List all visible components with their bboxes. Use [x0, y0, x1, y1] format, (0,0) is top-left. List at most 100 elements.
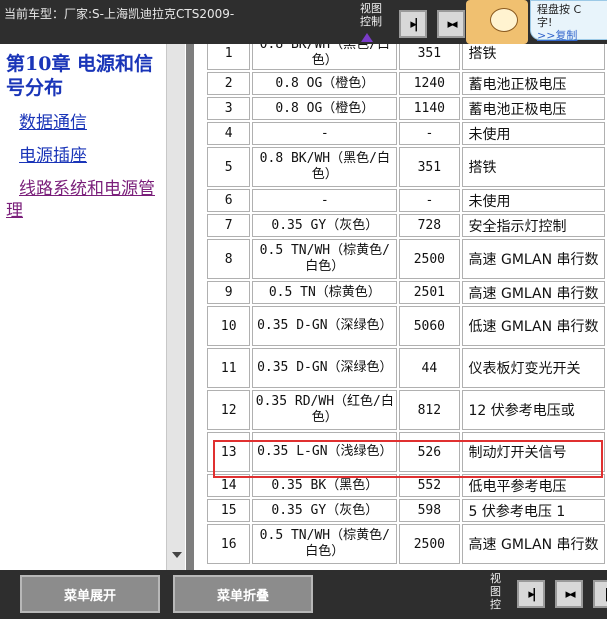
wire-cell: 0.5 TN/WH（棕黄色/白色）	[252, 239, 398, 279]
wire-cell: 0.8 BK/WH（黑色/白色）	[252, 147, 398, 187]
table-row: 8 0.5 TN/WH（棕黄色/白色） 2500 高速 GMLAN 串行数	[207, 239, 605, 279]
function-cell: 搭铁	[461, 147, 605, 187]
view-next-button[interactable]: ▸|	[399, 10, 427, 38]
pin-number-cell: 9	[207, 281, 251, 304]
table-row: 11 0.35 D-GN（深绿色） 44 仪表板灯变光开关	[207, 348, 605, 388]
circuit-number-cell: 1140	[399, 97, 460, 120]
function-cell: 5 伏参考电压 1	[461, 499, 605, 522]
function-cell: 仪表板灯变光开关	[461, 348, 605, 388]
circuit-number-cell: 1240	[399, 72, 460, 95]
pin-number-cell: 3	[207, 97, 251, 120]
function-cell: 高速 GMLAN 串行数	[461, 281, 605, 304]
circuit-number-cell: 728	[399, 214, 460, 237]
left-nav-panel: 第10章 电源和信号分布 数据通信 电源插座 线路系统和电源管理	[0, 44, 186, 570]
menu-collapse-button[interactable]: 菜单折叠	[173, 575, 313, 613]
pin-number-cell: 2	[207, 72, 251, 95]
pin-number-cell: 15	[207, 499, 251, 522]
pin-number-cell: 8	[207, 239, 251, 279]
pin-number-cell: 13	[207, 432, 251, 472]
tip-text: 字!	[537, 16, 553, 29]
arrow-right-bar-icon: ▸|	[410, 16, 418, 32]
wire-cell: 0.35 GY（灰色）	[252, 499, 398, 522]
function-cell: 蓄电池正极电压	[461, 97, 605, 120]
wire-cell: -	[252, 189, 398, 212]
tip-text: 程盘按 C	[537, 3, 582, 16]
pin-number-cell: 14	[207, 474, 251, 497]
view-control-label: 视 图 控	[490, 572, 504, 611]
pin-number-cell: 16	[207, 524, 251, 564]
view-split-button[interactable]: ▸◂	[555, 580, 583, 608]
function-cell: 低速 GMLAN 串行数	[461, 306, 605, 346]
wire-cell: 0.8 OG（橙色）	[252, 97, 398, 120]
table-row: 9 0.5 TN（棕黄色） 2501 高速 GMLAN 串行数	[207, 281, 605, 304]
wire-cell: 0.35 D-GN（深绿色）	[252, 306, 398, 346]
function-cell: 蓄电池正极电压	[461, 72, 605, 95]
wire-cell: 0.35 RD/WH（红色/白色）	[252, 390, 398, 430]
table-row: 14 0.35 BK（黑色） 552 低电平参考电压	[207, 474, 605, 497]
view-prev-button[interactable]: |◂	[593, 580, 607, 608]
wire-cell: 0.35 D-GN（深绿色）	[252, 348, 398, 388]
pin-table: 1 0.8 BK/WH（黑色/白色） 351 搭铁 2 0.8 OG（橙色） 1240 蓄电池…	[205, 44, 607, 566]
scroll-down-arrow-icon[interactable]	[172, 552, 182, 558]
table-row: 12 0.35 RD/WH（红色/白色） 812 12 伏参考电压或	[207, 390, 605, 430]
view-control-label-line: 控	[490, 598, 501, 611]
circuit-number-cell: 812	[399, 390, 460, 430]
view-control-label-line: 控制	[360, 15, 382, 28]
circuit-number-cell: -	[399, 122, 460, 145]
wire-cell: 0.35 BK（黑色）	[252, 474, 398, 497]
menu-expand-button[interactable]: 菜单展开	[20, 575, 160, 613]
circuit-number-cell: 526	[399, 432, 460, 472]
pin-number-cell: 4	[207, 122, 251, 145]
pin-number-cell: 1	[207, 44, 251, 70]
view-control-label: 视图 控制	[360, 2, 388, 28]
circuit-number-cell: 598	[399, 499, 460, 522]
table-row: 5 0.8 BK/WH（黑色/白色） 351 搭铁	[207, 147, 605, 187]
table-row: 2 0.8 OG（橙色） 1240 蓄电池正极电压	[207, 72, 605, 95]
function-cell: 12 伏参考电压或	[461, 390, 605, 430]
wire-cell: 0.8 OG（橙色）	[252, 72, 398, 95]
left-scrollbar[interactable]	[166, 44, 185, 570]
view-control-label-line: 视图	[360, 2, 382, 15]
table-row: 1 0.8 BK/WH（黑色/白色） 351 搭铁	[207, 44, 605, 70]
view-next-button[interactable]: ▸|	[517, 580, 545, 608]
function-cell: 高速 GMLAN 串行数	[461, 239, 605, 279]
circuit-number-cell: -	[399, 189, 460, 212]
function-cell: 搭铁	[461, 44, 605, 70]
wire-cell: 0.35 GY（灰色）	[252, 214, 398, 237]
wire-cell: 0.5 TN（棕黄色）	[252, 281, 398, 304]
car-model-label: 当前车型：厂家:S-上海凯迪拉克CTS2009-	[4, 7, 235, 21]
table-row: 15 0.35 GY（灰色） 598 5 伏参考电压 1	[207, 499, 605, 522]
table-row: 13 0.35 L-GN（浅绿色） 526 制动灯开关信号	[207, 432, 605, 472]
pin-number-cell: 11	[207, 348, 251, 388]
wire-cell: 0.8 BK/WH（黑色/白色）	[252, 44, 398, 70]
view-control-label-line: 图	[490, 585, 501, 598]
circuit-number-cell: 351	[399, 44, 460, 70]
view-control-label-line: 视	[490, 572, 501, 585]
circuit-number-cell: 2500	[399, 239, 460, 279]
table-row: 6- - 未使用	[207, 189, 605, 212]
nav-link-power-outlet[interactable]: 电源插座	[19, 145, 87, 167]
function-cell: 安全指示灯控制	[461, 214, 605, 237]
wire-cell: 0.5 TN/WH（棕黄色/白色）	[252, 524, 398, 564]
wire-cell: 0.35 L-GN（浅绿色）	[252, 432, 398, 472]
pin-number-cell: 5	[207, 147, 251, 187]
wire-cell: -	[252, 122, 398, 145]
table-row: 7 0.35 GY（灰色） 728 安全指示灯控制	[207, 214, 605, 237]
nav-link-data-communication[interactable]: 数据通信	[19, 112, 87, 134]
function-cell: 未使用	[461, 189, 605, 212]
circuit-number-cell: 2500	[399, 524, 460, 564]
copy-link[interactable]: >>复制	[537, 29, 607, 42]
table-row: 4- - 未使用	[207, 122, 605, 145]
table-row: 10 0.35 D-GN（深绿色） 5060 低速 GMLAN 串行数	[207, 306, 605, 346]
function-cell: 高速 GMLAN 串行数	[461, 524, 605, 564]
tip-bubble: 程盘按 C 字! >>复制	[530, 0, 607, 42]
pin-number-cell: 6	[207, 189, 251, 212]
panel-divider[interactable]	[186, 44, 194, 570]
bottom-bar: 菜单展开 菜单折叠 视 图 控 ▸| ▸◂ |◂	[0, 570, 607, 619]
top-bar: 当前车型：厂家:S-上海凯迪拉克CTS2009- 视图 控制 ▸| ▸◂ 程盘按…	[0, 0, 607, 44]
table-row: 3 0.8 OG（橙色） 1140 蓄电池正极电压	[207, 97, 605, 120]
split-view-icon: ▸◂	[565, 586, 575, 602]
view-split-button[interactable]: ▸◂	[437, 10, 465, 38]
pin-number-cell: 12	[207, 390, 251, 430]
nav-link-wiring-power-management[interactable]: 线路系统和电源管理	[6, 178, 166, 222]
